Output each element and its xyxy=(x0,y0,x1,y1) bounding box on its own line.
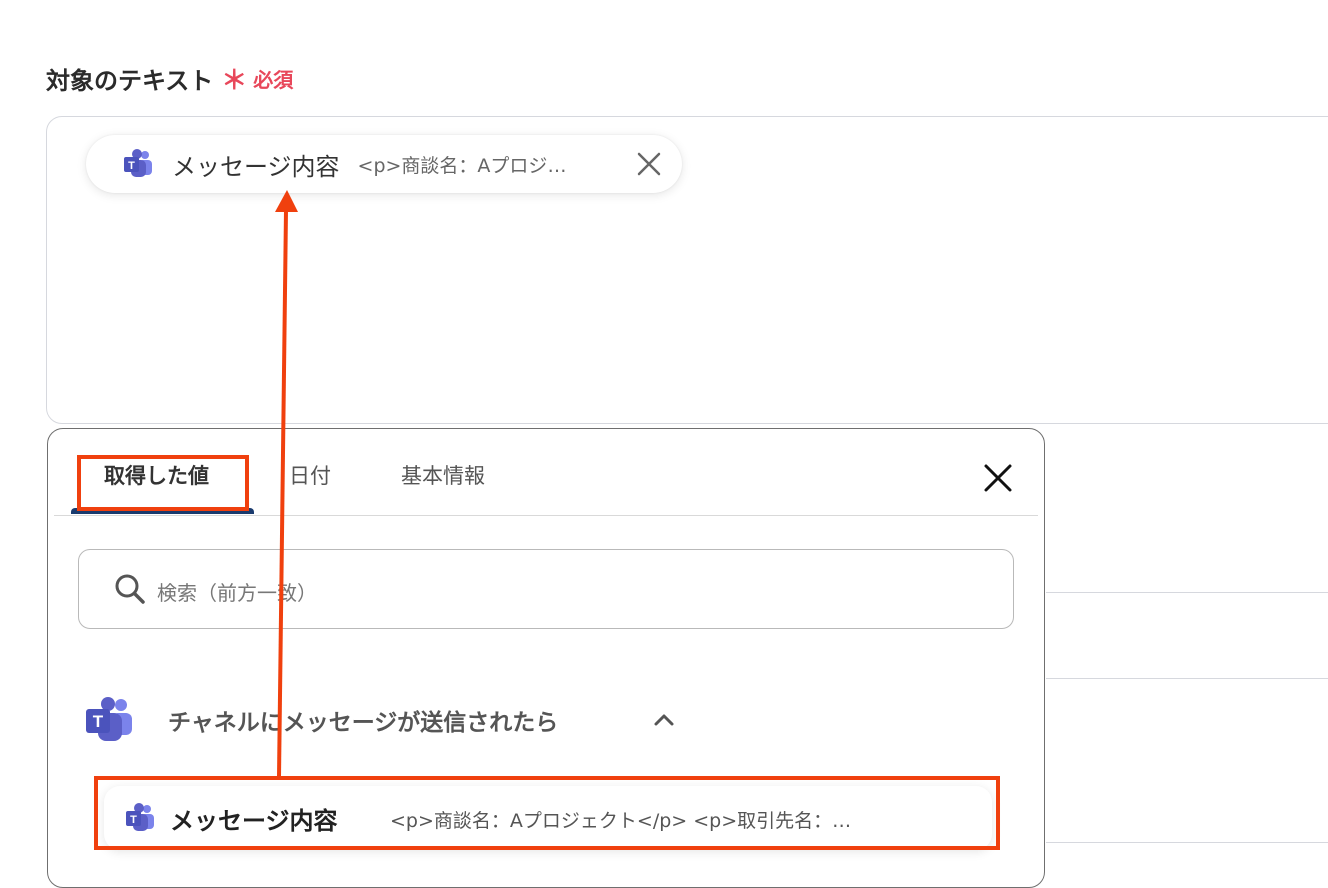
chip-value: <p>商談名：Aプロジェクト</p> xyxy=(357,154,580,177)
highlight-box-tab xyxy=(77,455,249,511)
close-icon[interactable] xyxy=(982,462,1014,494)
required-text: 必須 xyxy=(253,68,294,92)
svg-text:T: T xyxy=(93,712,104,731)
search-placeholder: 検索（前方一致） xyxy=(157,581,317,605)
background-field-border xyxy=(1046,592,1328,593)
svg-text:T: T xyxy=(128,160,135,172)
tab-basic-info[interactable]: 基本情報 xyxy=(401,460,485,490)
tab-date[interactable]: 日付 xyxy=(289,460,331,490)
chip-title: メッセージ内容 xyxy=(172,152,340,181)
search-icon xyxy=(115,574,145,604)
close-icon[interactable] xyxy=(634,149,664,179)
field-label: 対象のテキスト ＊ 必須 xyxy=(46,60,293,97)
field-label-text: 対象のテキスト xyxy=(46,67,214,95)
background-field-border xyxy=(1046,842,1328,843)
teams-icon: T xyxy=(86,697,132,741)
highlight-box-item xyxy=(94,776,1000,850)
tab-divider xyxy=(54,515,1038,516)
required-asterisk: ＊ xyxy=(221,66,248,96)
background-field-border xyxy=(1046,678,1328,679)
teams-icon: T xyxy=(124,149,152,177)
message-content-chip[interactable]: T メッセージ内容 <p>商談名：Aプロジェクト</p> xyxy=(86,135,682,193)
trigger-group-label[interactable]: チャネルにメッセージが送信されたら xyxy=(168,703,558,737)
search-input[interactable]: 検索（前方一致） xyxy=(78,549,1014,629)
chevron-up-icon[interactable] xyxy=(652,708,676,732)
